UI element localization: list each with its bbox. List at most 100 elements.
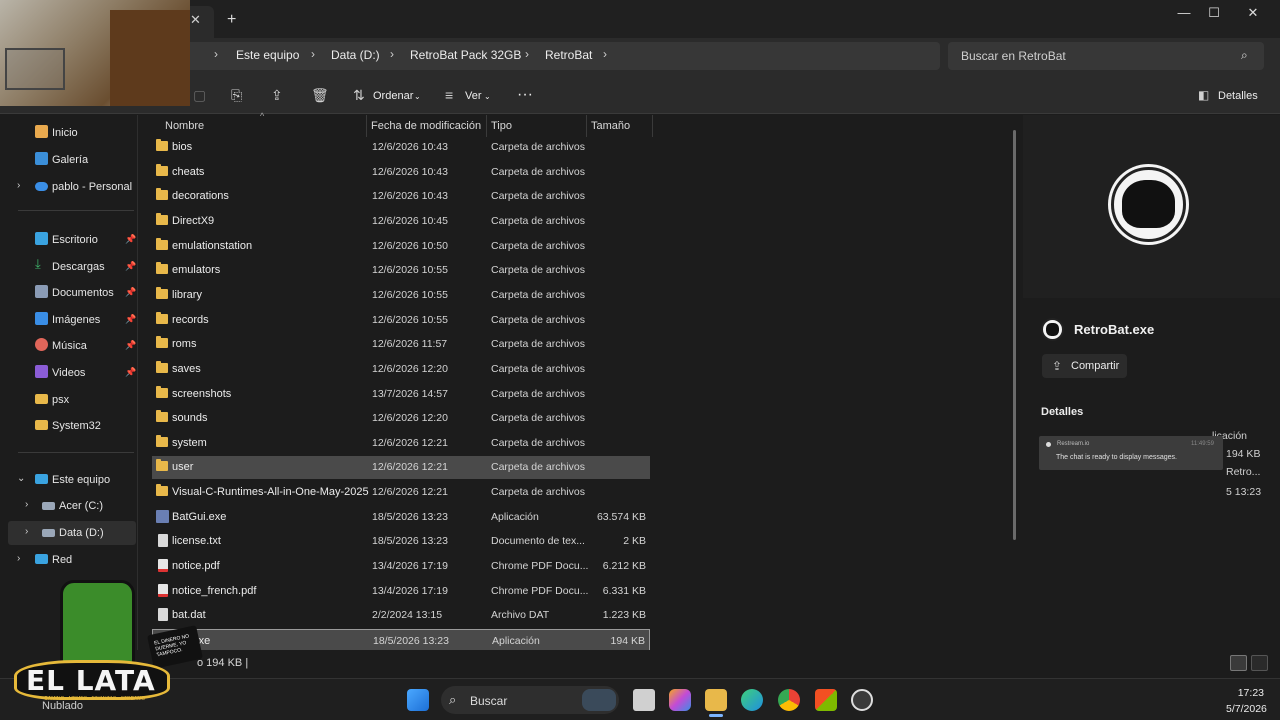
sidebar-item-acer-c[interactable]: › Acer (C:)	[0, 494, 136, 518]
view-button[interactable]: Ver	[465, 90, 482, 102]
details-view-icon[interactable]	[1230, 655, 1247, 671]
breadcrumb-item-data[interactable]: Data (D:)	[331, 48, 380, 62]
table-row[interactable]: sounds 12/6/2026 12:20 Carpeta de archivos	[152, 407, 650, 430]
chevron-down-icon[interactable]: ⌄	[17, 473, 25, 484]
share-icon[interactable]: ⇪	[271, 87, 283, 104]
details-pane-icon[interactable]: ◧	[1198, 88, 1209, 102]
file-name: records	[172, 314, 209, 326]
file-name: emulators	[172, 264, 221, 276]
sidebar-item-inicio[interactable]: Inicio	[0, 121, 136, 145]
table-row[interactable]: cheats 12/6/2026 10:43 Carpeta de archivos	[152, 161, 650, 184]
more-options-button[interactable]: ···	[517, 86, 533, 104]
chevron-right-icon[interactable]: ›	[17, 553, 20, 564]
tiles-view-icon[interactable]	[1251, 655, 1268, 671]
start-icon[interactable]	[407, 689, 429, 711]
rename-icon[interactable]: ⎘	[231, 87, 242, 104]
breadcrumb-item-este-equipo[interactable]: Este equipo	[236, 48, 299, 62]
sidebar-item-este-equipo[interactable]: ⌄ Este equipo	[0, 468, 136, 492]
table-row[interactable]: library 12/6/2026 10:55 Carpeta de archivo…	[152, 284, 650, 307]
chevron-down-icon[interactable]: ⌄	[484, 92, 491, 101]
file-type: Carpeta de archivos	[491, 486, 585, 498]
file-type: Aplicación	[491, 511, 539, 523]
taskbar-time[interactable]: 17:23	[1232, 687, 1264, 699]
view-icon[interactable]: ≡	[445, 87, 453, 103]
obs-icon[interactable]	[851, 689, 873, 711]
table-row[interactable]: BatGui.exe 18/5/2026 13:23 Aplicación 63.57…	[152, 506, 650, 529]
tab-close-icon[interactable]: ✕	[190, 12, 201, 28]
column-header-date[interactable]: Fecha de modificación	[371, 120, 481, 132]
table-row[interactable]: bat.dat 2/2/2024 13:15 Archivo DAT 1.223 KB	[152, 604, 650, 627]
soccer-widget-icon[interactable]	[582, 689, 616, 711]
table-row[interactable]: notice.pdf 13/4/2026 17:19 Chrome PDF Docu…	[152, 555, 650, 578]
sidebar-item-imagenes[interactable]: Imágenes 📌	[0, 308, 136, 332]
chevron-down-icon[interactable]: ⌄	[414, 92, 421, 101]
share-label[interactable]: Compartir	[1071, 360, 1119, 372]
command-bar	[0, 78, 1280, 114]
table-row[interactable]: system 12/6/2026 12:21 Carpeta de archivos	[152, 432, 650, 455]
sort-button[interactable]: Ordenar	[373, 90, 413, 102]
sidebar-item-system32[interactable]: System32	[0, 414, 136, 438]
table-row[interactable]: bios 12/6/2026 10:43 Carpeta de archivos	[152, 136, 650, 159]
share-icon[interactable]: ⇪	[1052, 359, 1062, 373]
sidebar-item-psx[interactable]: psx	[0, 388, 136, 412]
table-row[interactable]: roms 12/6/2026 11:57 Carpeta de archivos	[152, 333, 650, 356]
new-tab-icon[interactable]: +	[227, 11, 236, 29]
breadcrumb-item-retrobat[interactable]: RetroBat	[545, 48, 592, 62]
sidebar-divider	[18, 210, 134, 211]
store-icon[interactable]	[815, 689, 837, 711]
table-row[interactable]: screenshots 13/7/2026 14:57 Carpeta de arc…	[152, 383, 650, 406]
sidebar-item-escritorio[interactable]: Escritorio 📌	[0, 228, 136, 252]
table-row[interactable]: emulationstation 12/6/2026 10:50 Carpeta d…	[152, 235, 650, 258]
chat-message: The chat is ready to display messages.	[1056, 454, 1178, 461]
table-row[interactable]: user 12/6/2026 12:21 Carpeta de archivos	[152, 456, 650, 479]
table-row[interactable]: Bat.exe18/5/2026 13:23Aplicación194 KB	[152, 629, 650, 652]
minimize-icon[interactable]: —	[1169, 5, 1199, 25]
table-row[interactable]: emulators 12/6/2026 10:55 Carpeta de archi…	[152, 259, 650, 282]
column-header-type[interactable]: Tipo	[491, 120, 512, 132]
breadcrumb-item-retrobat-pack[interactable]: RetroBat Pack 32GB	[410, 48, 521, 62]
column-header-size[interactable]: Tamaño	[591, 120, 630, 132]
sidebar-item-onedrive[interactable]: › pablo - Personal	[0, 175, 136, 199]
column-separator[interactable]	[366, 115, 367, 137]
search-icon[interactable]: ⌕	[1241, 48, 1248, 63]
sidebar-item-galeria[interactable]: Galería	[0, 148, 136, 172]
paste-icon[interactable]: ▢	[193, 87, 206, 104]
column-separator[interactable]	[652, 115, 653, 137]
folder-icon	[156, 312, 168, 324]
file-explorer-icon[interactable]	[705, 689, 727, 711]
table-row[interactable]: Visual-C-Runtimes-All-in-One-May-2025 12/…	[152, 481, 650, 504]
breadcrumb-separator-icon: ›	[525, 47, 529, 61]
table-row[interactable]: license.txt 18/5/2026 13:23 Documento de t…	[152, 530, 650, 553]
column-separator[interactable]	[486, 115, 487, 137]
close-window-icon[interactable]: ✕	[1238, 5, 1268, 25]
chevron-right-icon[interactable]: ›	[25, 499, 28, 510]
task-view-icon[interactable]	[633, 689, 655, 711]
maximize-icon[interactable]: ☐	[1199, 5, 1229, 25]
chrome-icon[interactable]	[778, 689, 800, 711]
sidebar-item-descargas[interactable]: ⤓ Descargas 📌	[0, 255, 136, 279]
sidebar-item-musica[interactable]: Música 📌	[0, 334, 136, 358]
chevron-right-icon[interactable]: ›	[17, 180, 20, 191]
taskbar-date[interactable]: 5/7/2026	[1226, 703, 1267, 715]
sidebar-item-videos[interactable]: Videos 📌	[0, 361, 136, 385]
sidebar-item-documentos[interactable]: Documentos 📌	[0, 281, 136, 305]
edge-icon[interactable]	[741, 689, 763, 711]
copilot-icon[interactable]	[669, 689, 691, 711]
table-row[interactable]: notice_french.pdf 13/4/2026 17:19 Chrome P…	[152, 580, 650, 603]
sidebar-item-data-d[interactable]: › Data (D:)	[8, 521, 136, 545]
table-row[interactable]: decorations 12/6/2026 10:43 Carpeta de arc…	[152, 185, 650, 208]
table-row[interactable]: DirectX9 12/6/2026 10:45 Carpeta de archiv…	[152, 210, 650, 233]
file-name: cheats	[172, 166, 205, 178]
sort-icon[interactable]: ⇅	[353, 87, 365, 104]
column-separator[interactable]	[586, 115, 587, 137]
column-header-name[interactable]: Nombre	[165, 120, 204, 132]
vertical-scrollbar[interactable]	[1013, 130, 1016, 540]
table-row[interactable]: records 12/6/2026 10:55 Carpeta de archivo…	[152, 309, 650, 332]
breadcrumb-chevron-icon[interactable]: ›	[603, 47, 607, 61]
sidebar-item-red[interactable]: › Red	[0, 548, 136, 572]
folder-icon	[156, 484, 168, 496]
table-row[interactable]: saves 12/6/2026 12:20 Carpeta de archivos	[152, 358, 650, 381]
delete-icon[interactable]: 🗑	[311, 87, 329, 104]
details-button[interactable]: Detalles	[1218, 90, 1258, 102]
chevron-right-icon[interactable]: ›	[25, 526, 28, 537]
